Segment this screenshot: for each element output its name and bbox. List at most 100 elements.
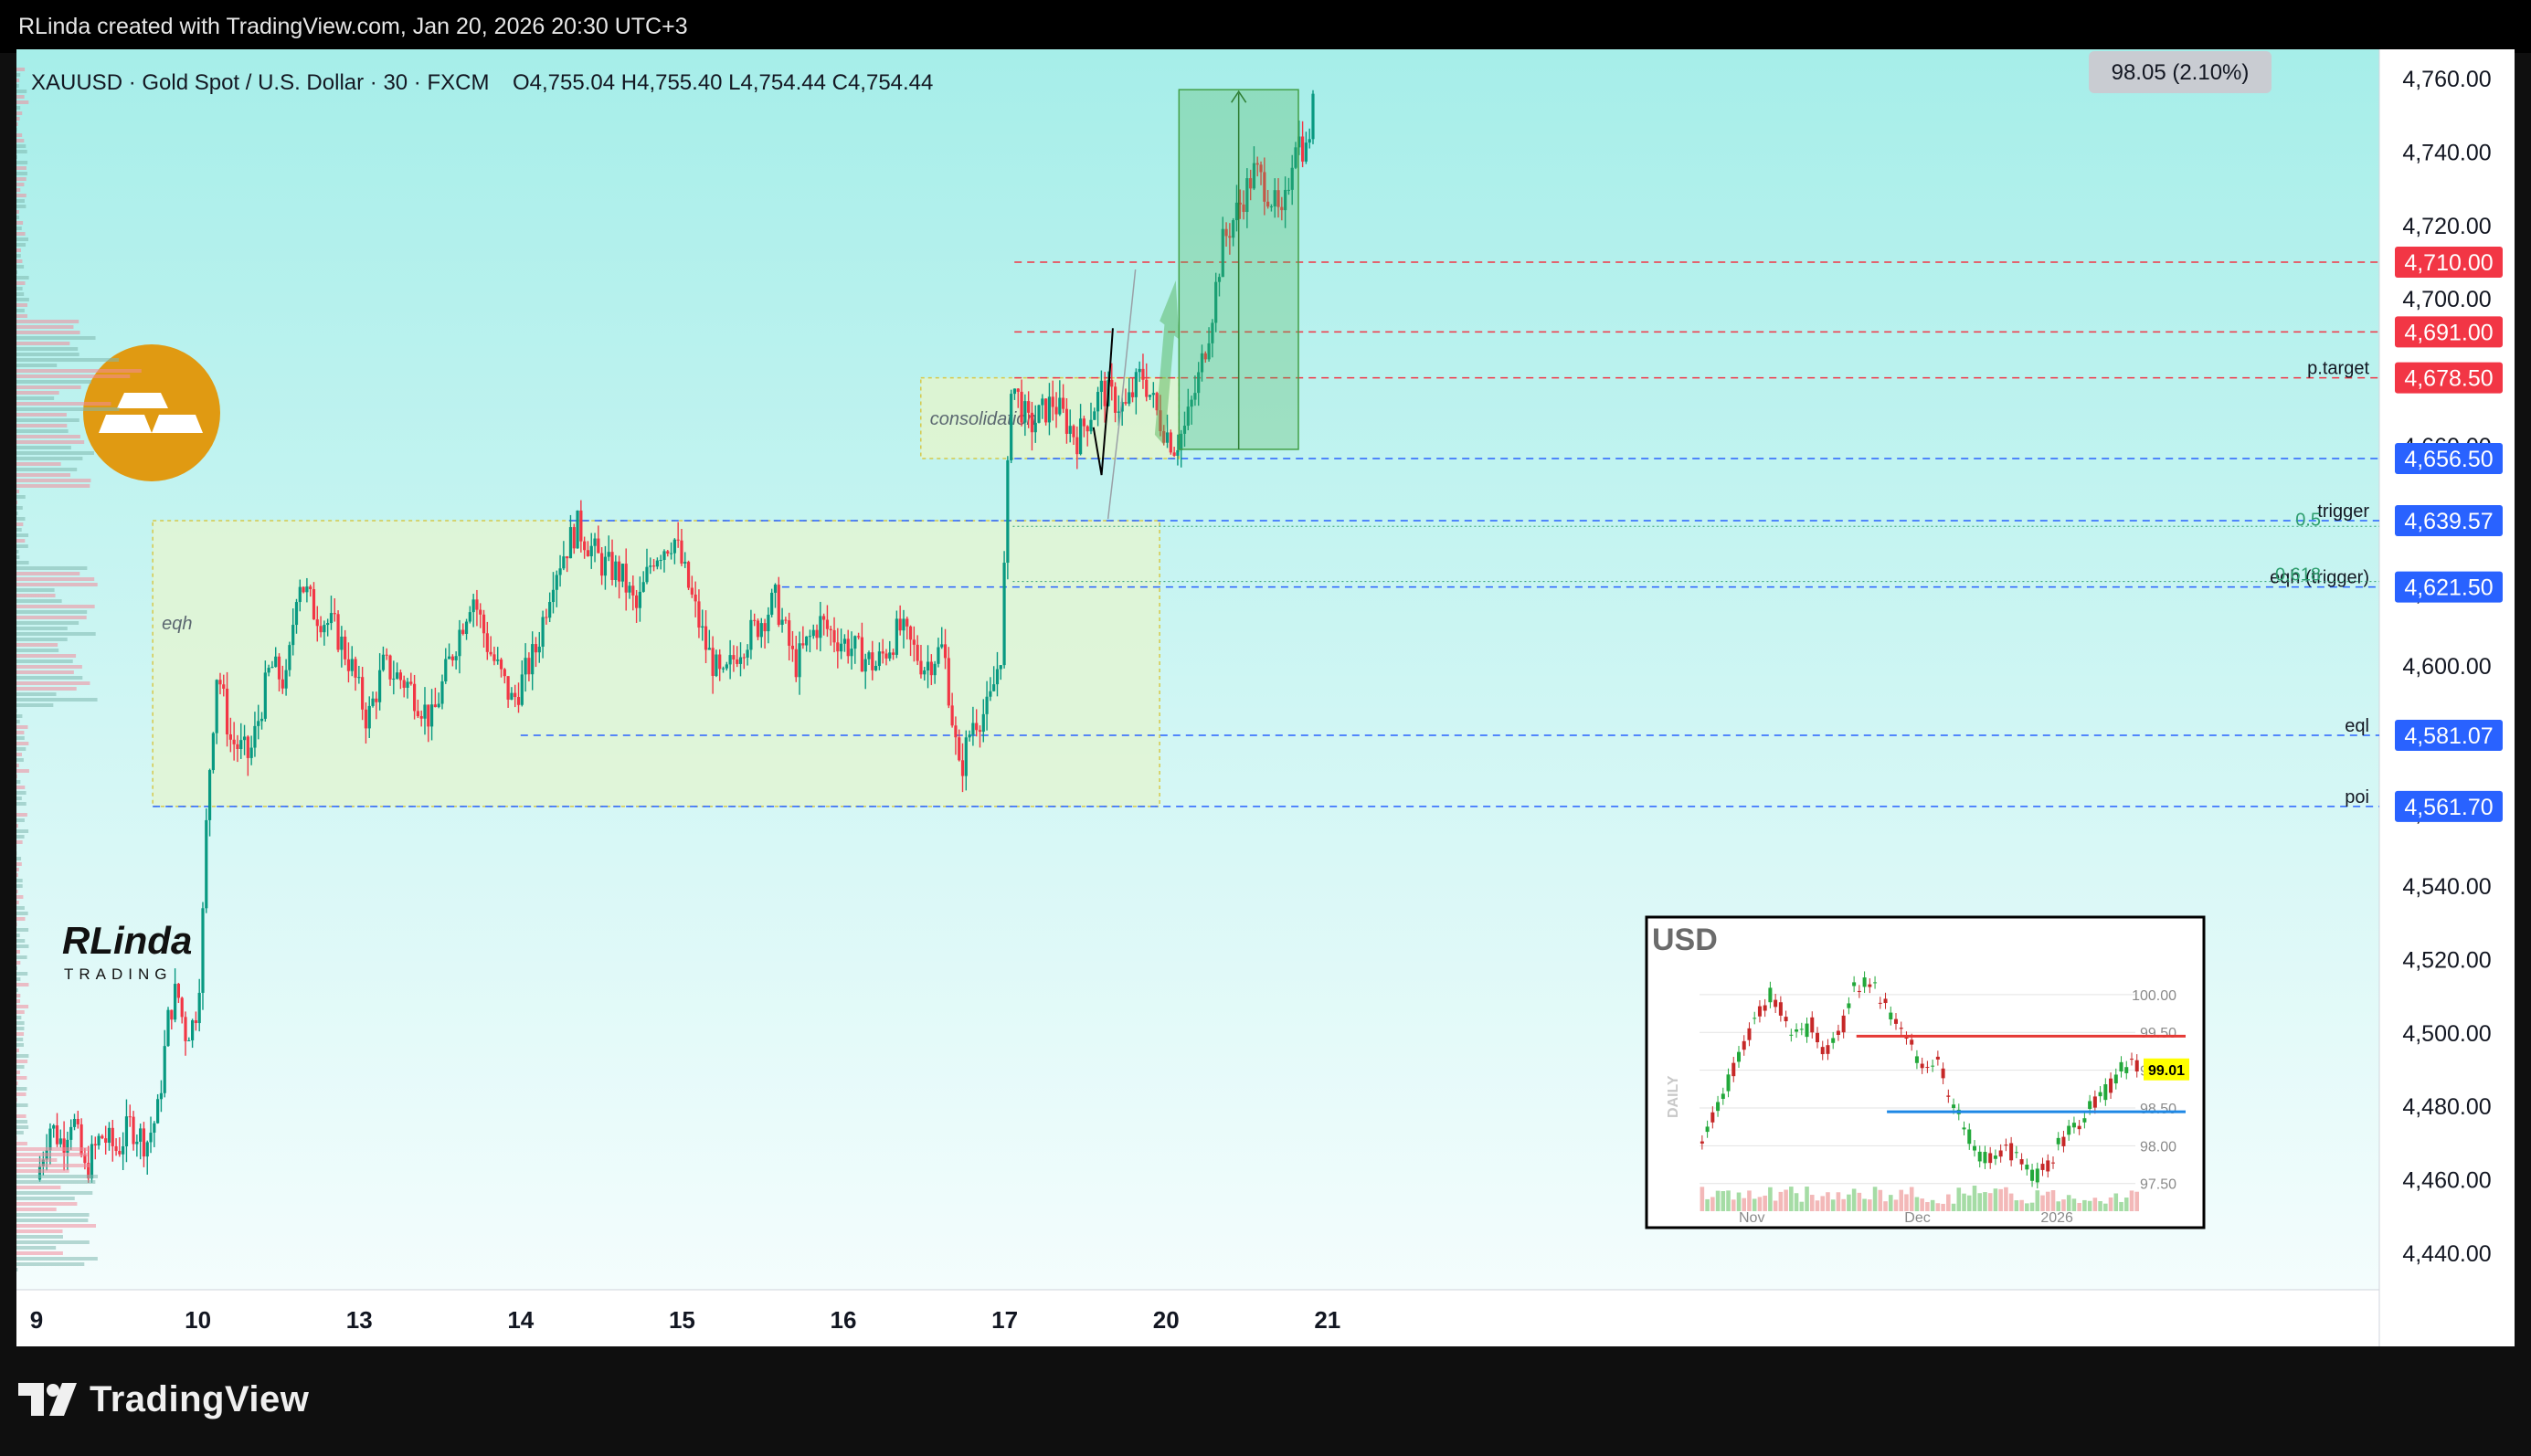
tradingview-wordmark: TradingView — [90, 1378, 310, 1419]
candle-body — [780, 619, 784, 626]
chart-svg[interactable]: eqhconsolidation p.targettriggereqh (tri… — [16, 49, 2515, 1346]
candle-body — [551, 589, 556, 603]
candle-body — [746, 649, 749, 658]
inset-volume — [1993, 1188, 1998, 1211]
inset-candle — [1962, 1127, 1966, 1130]
candle-body — [416, 711, 419, 717]
candle-body — [923, 670, 927, 675]
candle-body — [48, 1128, 52, 1151]
candle-body — [784, 619, 788, 621]
volume-profile-bar — [16, 791, 26, 795]
candle-body — [926, 661, 930, 670]
candle-body — [572, 527, 576, 549]
candle-body — [187, 1039, 191, 1041]
inset-volume — [1830, 1199, 1836, 1211]
price-tick-label: 4,600.00 — [2402, 654, 2491, 680]
inset-volume — [2040, 1195, 2045, 1211]
candle-body — [607, 552, 610, 557]
candle-body — [777, 585, 780, 626]
volume-profile-bar — [16, 68, 26, 71]
candle-body — [514, 692, 517, 698]
candle-body — [222, 684, 226, 689]
volume-profile-bar — [16, 983, 29, 986]
inset-volume — [2103, 1203, 2108, 1211]
candle-body — [76, 1118, 79, 1124]
inset-candle — [1920, 1063, 1924, 1069]
candle-body — [1041, 398, 1044, 406]
chart-area[interactable]: eqh consolidation p.target trigger eqh (tri… — [16, 49, 2515, 1346]
volume-profile-bar — [16, 139, 25, 142]
candle-body — [253, 725, 257, 748]
inset-candle — [1815, 1032, 1820, 1043]
inset-candle — [2035, 1168, 2039, 1183]
volume-profile-bar — [16, 435, 80, 438]
candle-body — [392, 678, 396, 680]
volume-profile-bar — [16, 287, 23, 290]
inset-candle — [1868, 984, 1872, 987]
candle-body — [1138, 368, 1141, 373]
zone-label: eqh — [162, 614, 192, 634]
candle-body — [940, 644, 944, 648]
candle-body — [1093, 411, 1096, 420]
volume-profile-bar — [16, 780, 21, 784]
inset-volume — [1721, 1191, 1726, 1211]
inset-volume — [2029, 1202, 2035, 1211]
candle-body — [825, 619, 830, 629]
candle-body — [1141, 368, 1145, 380]
candle-body — [475, 599, 479, 610]
volume-profile-bar — [16, 183, 25, 186]
volume-profile-bar — [16, 1197, 75, 1200]
inset-candle — [1795, 1029, 1799, 1032]
inset-candle — [1731, 1062, 1736, 1077]
inset-volume — [2134, 1191, 2140, 1211]
volume-profile-bar — [16, 1153, 88, 1156]
inset-volume — [1847, 1194, 1851, 1211]
candle-body — [929, 661, 933, 676]
fib-label: 0.618 — [2275, 565, 2321, 586]
candle-body — [159, 1092, 164, 1100]
inset-candle — [2040, 1164, 2045, 1170]
candle-body — [576, 510, 579, 549]
candle-body — [409, 681, 413, 684]
inset-title: USD — [1652, 923, 1718, 957]
candle-body — [149, 1133, 153, 1143]
volume-profile-bar — [16, 758, 24, 762]
candle-body — [527, 658, 531, 675]
inset-candle — [1721, 1093, 1725, 1100]
inset-candle — [2019, 1159, 2024, 1165]
inset-volume — [1799, 1201, 1805, 1211]
candle-body — [520, 674, 524, 705]
price-tick-label: 4,700.00 — [2402, 287, 2491, 312]
candle-body — [732, 655, 736, 659]
candle-body — [680, 540, 683, 564]
candle-body — [891, 652, 895, 655]
inset-volume — [1705, 1198, 1710, 1211]
candle-body — [184, 1017, 187, 1041]
candle-body — [1006, 459, 1010, 564]
candle-body — [721, 668, 725, 670]
price-tick-label: 4,480.00 — [2402, 1094, 2491, 1120]
candle-body — [205, 819, 208, 909]
candle-body — [232, 739, 236, 744]
level-badge-text: 4,581.07 — [2404, 723, 2493, 749]
candle-body — [1113, 386, 1117, 413]
candle-body — [111, 1127, 114, 1146]
candle-body — [836, 642, 840, 652]
volume-profile-bar — [16, 533, 29, 537]
inset-tick-label: 98.50 — [2140, 1102, 2176, 1117]
volume-profile-bar — [16, 873, 18, 877]
credit-text: RLinda created with TradingView.com, Jan… — [18, 14, 688, 39]
level-name: p.target — [2307, 359, 2369, 379]
price-tick-label: 4,720.00 — [2402, 214, 2491, 239]
volume-profile-bar — [16, 687, 77, 691]
volume-profile-bar — [16, 928, 29, 932]
tradingview-logo[interactable]: TradingView — [18, 1375, 309, 1424]
inset-candle — [1774, 999, 1778, 1008]
volume-profile-bar — [16, 353, 79, 356]
candle-body — [132, 1116, 135, 1145]
candle-body — [218, 680, 222, 685]
candle-body — [631, 586, 635, 596]
candle-body — [277, 656, 281, 680]
candle-body — [124, 1116, 129, 1146]
volume-profile-bar — [16, 720, 20, 723]
